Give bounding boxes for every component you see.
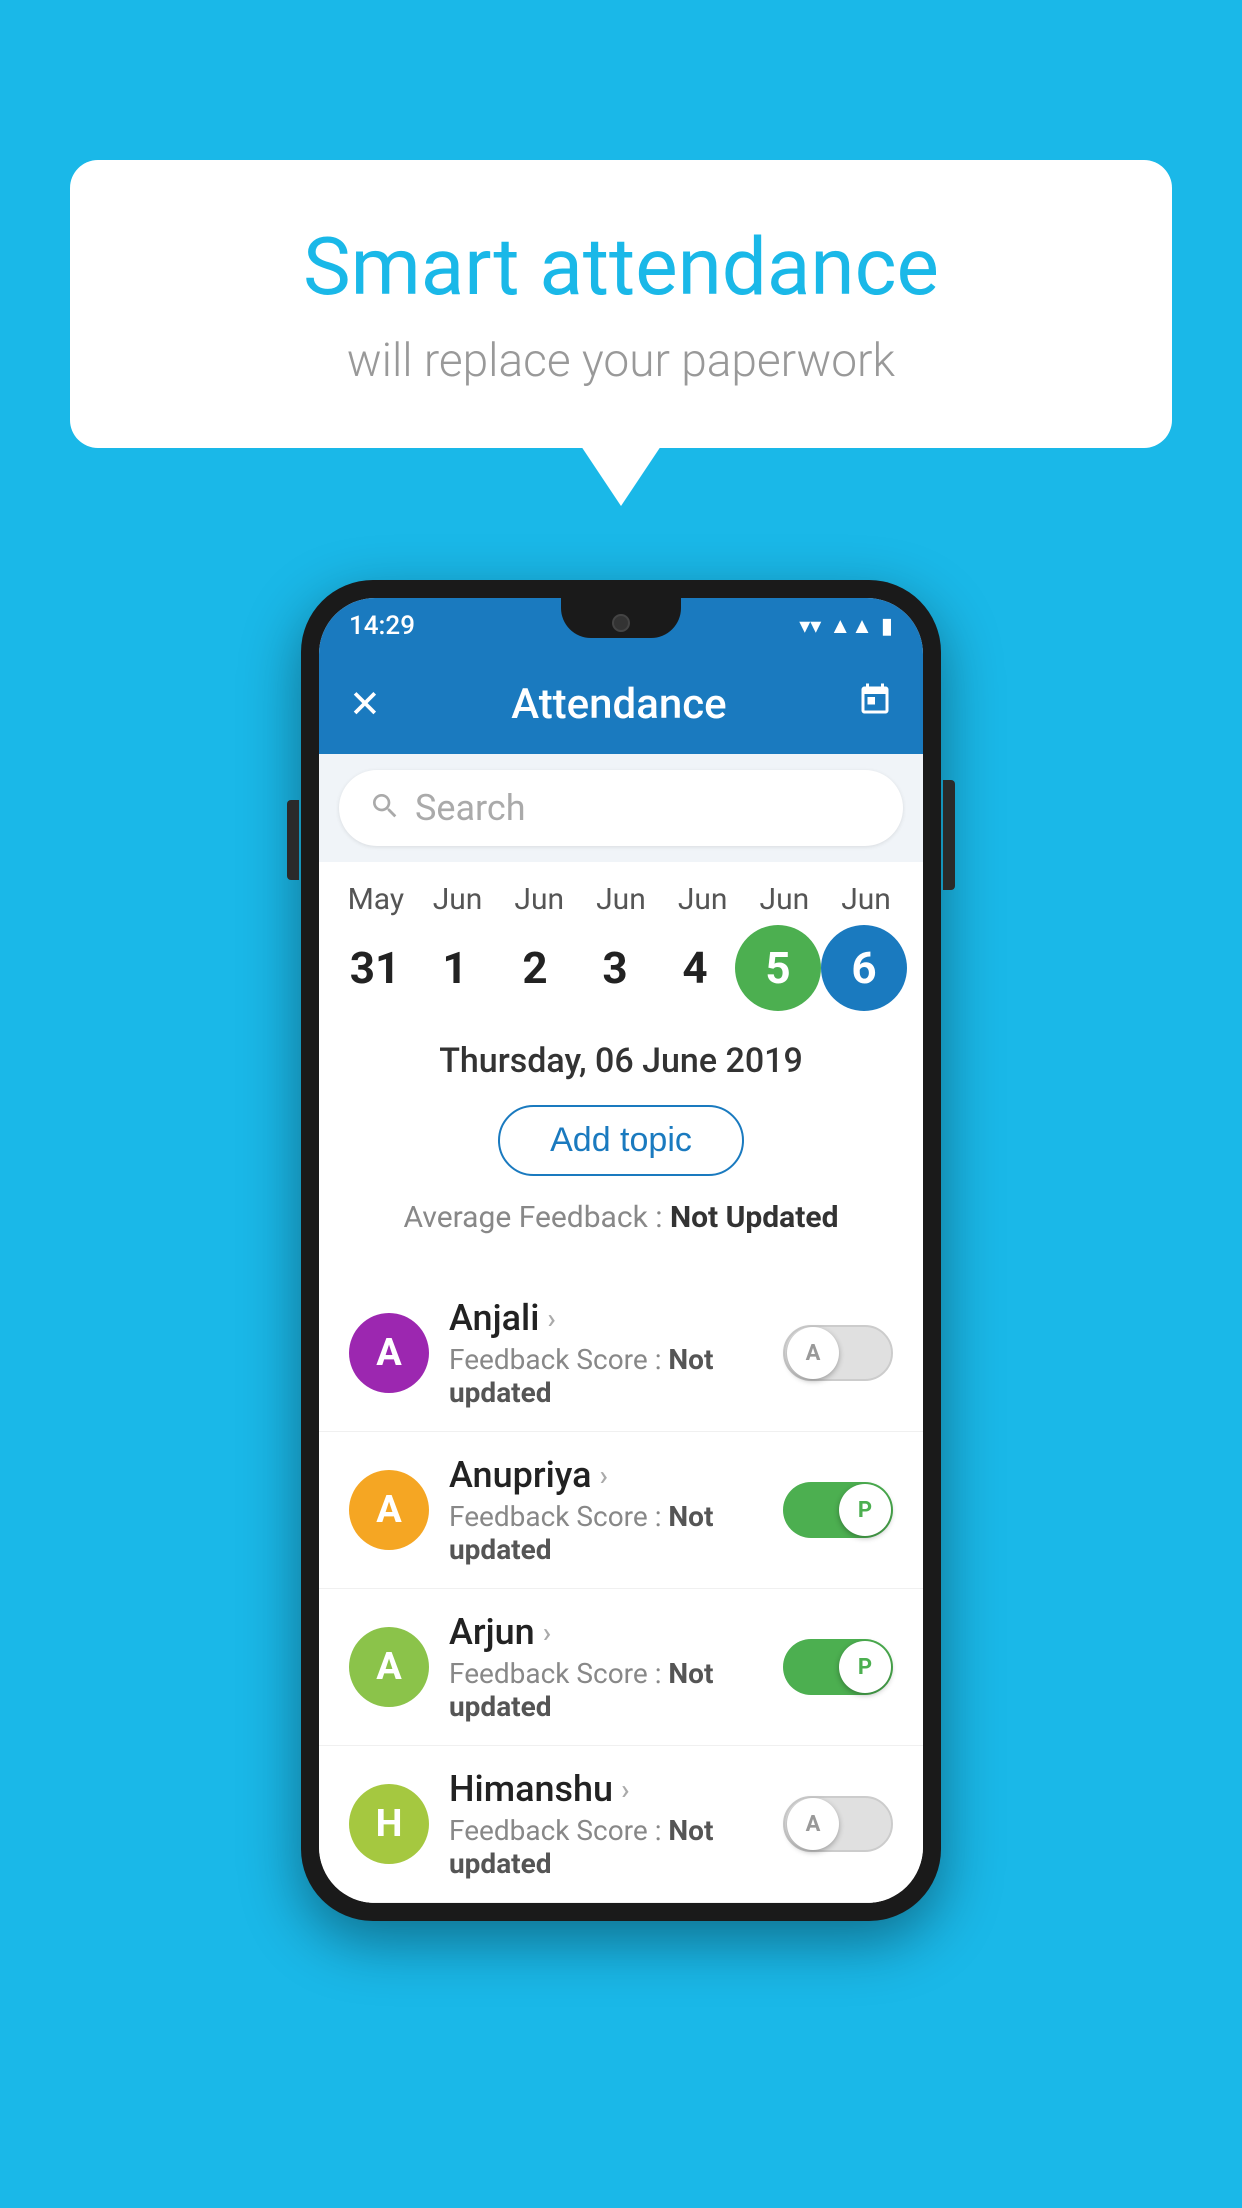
phone-screen: 14:29 ▾▾ ▲▲ ▮ ✕ Attendance [319, 598, 923, 1903]
student-name-himanshu: Himanshu › [449, 1768, 763, 1810]
student-feedback-anupriya: Feedback Score : Not updated [449, 1500, 763, 1566]
student-item-anjali[interactable]: A Anjali › Feedback Score : Not updated … [319, 1275, 923, 1432]
student-name-arjun: Arjun › [449, 1611, 763, 1653]
phone-frame: 14:29 ▾▾ ▲▲ ▮ ✕ Attendance [301, 580, 941, 1921]
student-info-anupriya: Anupriya › Feedback Score : Not updated [449, 1454, 763, 1566]
search-bar-wrapper: Search [319, 754, 923, 862]
toggle-knob-anupriya: P [839, 1484, 891, 1536]
calendar-day-31[interactable]: 31 [335, 942, 415, 994]
student-info-himanshu: Himanshu › Feedback Score : Not updated [449, 1768, 763, 1880]
avg-feedback-value: Not Updated [670, 1200, 839, 1235]
speech-bubble-title: Smart attendance [150, 220, 1092, 314]
signal-icon: ▲▲ [829, 613, 873, 639]
speech-bubble: Smart attendance will replace your paper… [70, 160, 1172, 448]
status-time: 14:29 [349, 611, 415, 641]
notch [561, 598, 681, 638]
student-name-anupriya: Anupriya › [449, 1454, 763, 1496]
toggle-anjali[interactable]: A [783, 1325, 893, 1381]
student-feedback-arjun: Feedback Score : Not updated [449, 1657, 763, 1723]
toggle-anupriya[interactable]: P [783, 1482, 893, 1538]
search-bar[interactable]: Search [339, 770, 903, 846]
toggle-arjun[interactable]: P [783, 1639, 893, 1695]
content-area: Thursday, 06 June 2019 Add topic Average… [319, 1021, 923, 1275]
calendar-day-2[interactable]: 2 [495, 942, 575, 994]
calendar-month-5: Jun [744, 882, 824, 917]
avatar-anjali: A [349, 1313, 429, 1393]
chevron-right-icon: › [621, 1773, 629, 1806]
chevron-right-icon: › [547, 1302, 555, 1335]
battery-icon: ▮ [881, 614, 893, 639]
search-icon [369, 790, 401, 826]
app-bar-title: Attendance [511, 680, 726, 729]
close-icon[interactable]: ✕ [349, 682, 381, 727]
notch-camera [612, 614, 630, 632]
calendar-month-6: Jun [826, 882, 906, 917]
calendar-icon[interactable] [857, 682, 893, 727]
calendar-day-1[interactable]: 1 [415, 942, 495, 994]
calendar-month-4: Jun [663, 882, 743, 917]
calendar-month-0: May [336, 882, 416, 917]
student-item-himanshu[interactable]: H Himanshu › Feedback Score : Not update… [319, 1746, 923, 1903]
toggle-himanshu[interactable]: A [783, 1796, 893, 1852]
avatar-arjun: A [349, 1627, 429, 1707]
calendar-days: 31 1 2 3 4 5 6 [319, 925, 923, 1011]
student-info-anjali: Anjali › Feedback Score : Not updated [449, 1297, 763, 1409]
student-name-anjali: Anjali › [449, 1297, 763, 1339]
student-item-arjun[interactable]: A Arjun › Feedback Score : Not updated P [319, 1589, 923, 1746]
chevron-right-icon: › [543, 1616, 551, 1649]
calendar-month-1: Jun [418, 882, 498, 917]
speech-bubble-subtitle: will replace your paperwork [150, 334, 1092, 388]
phone-wrapper: 14:29 ▾▾ ▲▲ ▮ ✕ Attendance [301, 580, 941, 1921]
toggle-knob-himanshu: A [787, 1798, 839, 1850]
status-icons: ▾▾ ▲▲ ▮ [799, 613, 893, 639]
calendar-row: May Jun Jun Jun Jun Jun Jun 31 1 2 3 4 5… [319, 862, 923, 1021]
toggle-knob-arjun: P [839, 1641, 891, 1693]
chevron-right-icon: › [600, 1459, 608, 1492]
student-list: A Anjali › Feedback Score : Not updated … [319, 1275, 923, 1903]
calendar-day-6[interactable]: 6 [821, 925, 907, 1011]
speech-bubble-wrapper: Smart attendance will replace your paper… [70, 160, 1172, 506]
student-feedback-himanshu: Feedback Score : Not updated [449, 1814, 763, 1880]
calendar-month-3: Jun [581, 882, 661, 917]
app-bar: ✕ Attendance [319, 654, 923, 754]
calendar-day-4[interactable]: 4 [655, 942, 735, 994]
selected-date: Thursday, 06 June 2019 [349, 1041, 893, 1081]
speech-bubble-arrow [581, 446, 661, 506]
student-feedback-anjali: Feedback Score : Not updated [449, 1343, 763, 1409]
student-item-anupriya[interactable]: A Anupriya › Feedback Score : Not update… [319, 1432, 923, 1589]
search-placeholder: Search [415, 787, 526, 829]
avg-feedback: Average Feedback : Not Updated [349, 1200, 893, 1235]
avatar-himanshu: H [349, 1784, 429, 1864]
avg-feedback-label: Average Feedback : [404, 1200, 670, 1235]
calendar-day-5[interactable]: 5 [735, 925, 821, 1011]
calendar-month-2: Jun [499, 882, 579, 917]
add-topic-button[interactable]: Add topic [498, 1105, 744, 1176]
student-info-arjun: Arjun › Feedback Score : Not updated [449, 1611, 763, 1723]
toggle-knob-anjali: A [787, 1327, 839, 1379]
wifi-icon: ▾▾ [799, 614, 821, 639]
calendar-months: May Jun Jun Jun Jun Jun Jun [319, 882, 923, 917]
calendar-day-3[interactable]: 3 [575, 942, 655, 994]
avatar-anupriya: A [349, 1470, 429, 1550]
